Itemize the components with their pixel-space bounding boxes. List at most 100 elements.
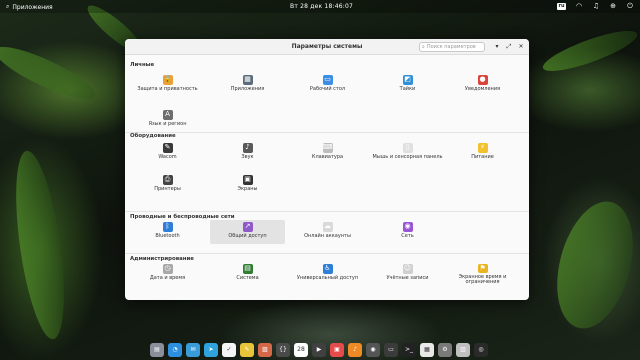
settings-item-sharing[interactable]: ↗ Общий доступ [210, 220, 285, 244]
settings-item-label: Дата и время [149, 275, 186, 281]
files-icon[interactable]: ▤ [150, 342, 164, 357]
lock-icon: 🔒 [162, 75, 173, 85]
maximize-icon[interactable]: ⤢ [505, 43, 513, 51]
settings-item-display[interactable]: ▣ Экраны [210, 173, 285, 197]
download-icon[interactable]: ▾ [493, 43, 501, 50]
bell-icon[interactable]: ♫ [592, 2, 600, 10]
settings-item-speaker[interactable]: ♪ Звук [210, 141, 285, 165]
sharing-icon: ↗ [242, 222, 253, 232]
settings-item-keyboard[interactable]: ⌨ Клавиатура [290, 141, 365, 165]
settings-item-clock[interactable]: ◷ Дата и время [130, 262, 205, 286]
settings-window: Параметры системы ⌕ Поиск параметров ▾ ⤢… [125, 39, 529, 300]
bluetooth-icon: ᛒ [162, 222, 173, 232]
settings-item-label: Рабочий стол [309, 86, 346, 92]
settings-item-mouse[interactable]: ▯ Мышь и сенсорная панель [370, 141, 445, 165]
settings-item-tablet[interactable]: ✎ Wacom [130, 141, 205, 165]
settings-item-label: Сеть [401, 233, 414, 239]
keyboard-icon: ⌨ [322, 143, 333, 153]
wallpaper-leaf [0, 37, 101, 109]
accessibility-indicator-icon[interactable]: ⊕ [609, 2, 617, 10]
panel-clock[interactable]: Вт 28 дек 18:46:07 [290, 3, 353, 10]
wallpaper-leaf [6, 148, 74, 342]
settings-item-label: Клавиатура [311, 154, 344, 160]
wifi-icon[interactable]: ◠ [575, 2, 583, 10]
settings-item-label: Экраны [237, 186, 258, 192]
telegram-icon[interactable]: ➤ [204, 342, 218, 357]
section-title-hardware: Оборудование [130, 133, 176, 139]
window-titlebar[interactable]: Параметры системы ⌕ Поиск параметров ▾ ⤢… [125, 39, 529, 55]
settings-item-parental[interactable]: ⚑ Экранное время и ограничения [445, 262, 520, 286]
clock-icon: ◷ [162, 264, 173, 274]
appcenter-icon[interactable]: ▣ [330, 342, 344, 357]
tiles-icon: ◩ [402, 75, 413, 85]
apps-icon: ▦ [242, 75, 253, 85]
settings-item-label: Мышь и сенсорная панель [372, 154, 443, 160]
parental-icon: ⚑ [477, 263, 488, 273]
accessibility-icon: ♿ [322, 264, 333, 274]
music-icon[interactable]: ♪ [348, 342, 362, 357]
settings-item-accessibility[interactable]: ♿ Универсальный доступ [290, 262, 365, 286]
code-icon[interactable]: {} [276, 342, 290, 357]
dock: ▤ ◔ ✉ ➤ ✓ ✎ ▨ {} 28 ▶ ▣ ♪ ◉ ▭ >_ ▦ ⚙ ▥ ◎ [148, 341, 493, 358]
monitor-icon[interactable]: ▭ [384, 342, 398, 357]
settings-item-system[interactable]: ▤ Система [210, 262, 285, 286]
settings-item-power[interactable]: ⚡ Питание [445, 141, 520, 165]
search-placeholder: Поиск параметров [426, 44, 476, 50]
section-divider [125, 132, 529, 133]
power-menu-icon[interactable]: ⏻ [626, 2, 634, 10]
settings-item-network[interactable]: ◉ Сеть [370, 220, 445, 244]
settings-item-bluetooth[interactable]: ᛒ Bluetooth [130, 220, 205, 244]
settings-item-label: Bluetooth [155, 233, 180, 239]
settings-item-users[interactable]: ☺ Учётные записи [370, 262, 445, 286]
camera-icon[interactable]: ◉ [366, 342, 380, 357]
power-icon: ⚡ [477, 143, 488, 153]
users-icon: ☺ [402, 264, 413, 274]
obs-icon[interactable]: ◎ [474, 342, 488, 357]
settings-item-lock[interactable]: 🔒 Защита и приватность [130, 73, 205, 97]
tablet-icon: ✎ [162, 143, 173, 153]
speaker-icon: ♪ [242, 143, 253, 153]
settings-item-label: Защита и приватность [137, 86, 198, 92]
search-icon: ⌕ [422, 44, 425, 50]
mail-icon[interactable]: ✉ [186, 342, 200, 357]
settings-item-label: Звук [241, 154, 254, 160]
settings-item-printer[interactable]: ⎙ Принтеры [130, 173, 205, 197]
settings-item-tiles[interactable]: ◩ Тайки [370, 73, 445, 97]
calendar-icon[interactable]: 28 [294, 342, 308, 357]
keyboard-layout-indicator[interactable]: ru [557, 2, 566, 10]
video-icon[interactable]: ▶ [312, 342, 326, 357]
settings-item-label: Универсальный доступ [296, 275, 359, 281]
settings-item-desktop[interactable]: ▭ Рабочий стол [290, 73, 365, 97]
network-icon: ◉ [402, 222, 413, 232]
settings-search-input[interactable]: ⌕ Поиск параметров [419, 42, 485, 52]
settings-item-cloud[interactable]: ☁ Онлайн аккаунты [290, 220, 365, 244]
cloud-icon: ☁ [322, 222, 333, 232]
section-divider [125, 253, 529, 254]
wallpaper-leaf [544, 193, 640, 337]
trash-icon[interactable]: ▥ [456, 342, 470, 357]
settings-item-notifications[interactable]: ● Уведомления [445, 73, 520, 97]
settings-item-label: Язык и регион [148, 121, 187, 127]
settings-item-label: Тайки [399, 86, 416, 92]
photos-icon[interactable]: ▨ [258, 342, 272, 357]
mouse-icon: ▯ [402, 143, 413, 153]
notifications-icon: ● [477, 75, 488, 85]
settings-item-language[interactable]: A Язык и регион [130, 108, 205, 132]
settings-icon[interactable]: ⚙ [438, 342, 452, 357]
notes-icon[interactable]: ✎ [240, 342, 254, 357]
settings-item-label: Питание [471, 154, 494, 160]
section-divider [125, 211, 529, 212]
tasks-icon[interactable]: ✓ [222, 342, 236, 357]
wallpaper-leaf [539, 23, 640, 79]
display-icon: ▣ [242, 175, 253, 185]
browser-icon[interactable]: ◔ [168, 342, 182, 357]
applications-menu[interactable]: ⌕ Приложения [6, 3, 53, 11]
printer-icon: ⎙ [162, 175, 173, 185]
settings-item-label: Общий доступ [228, 233, 267, 239]
settings-item-label: Принтеры [154, 186, 181, 192]
settings-item-label: Система [236, 275, 259, 281]
documents-icon[interactable]: ▦ [420, 342, 434, 357]
close-icon[interactable]: ✕ [517, 43, 525, 50]
settings-item-apps[interactable]: ▦ Приложения [210, 73, 285, 97]
terminal-icon[interactable]: >_ [402, 342, 416, 357]
